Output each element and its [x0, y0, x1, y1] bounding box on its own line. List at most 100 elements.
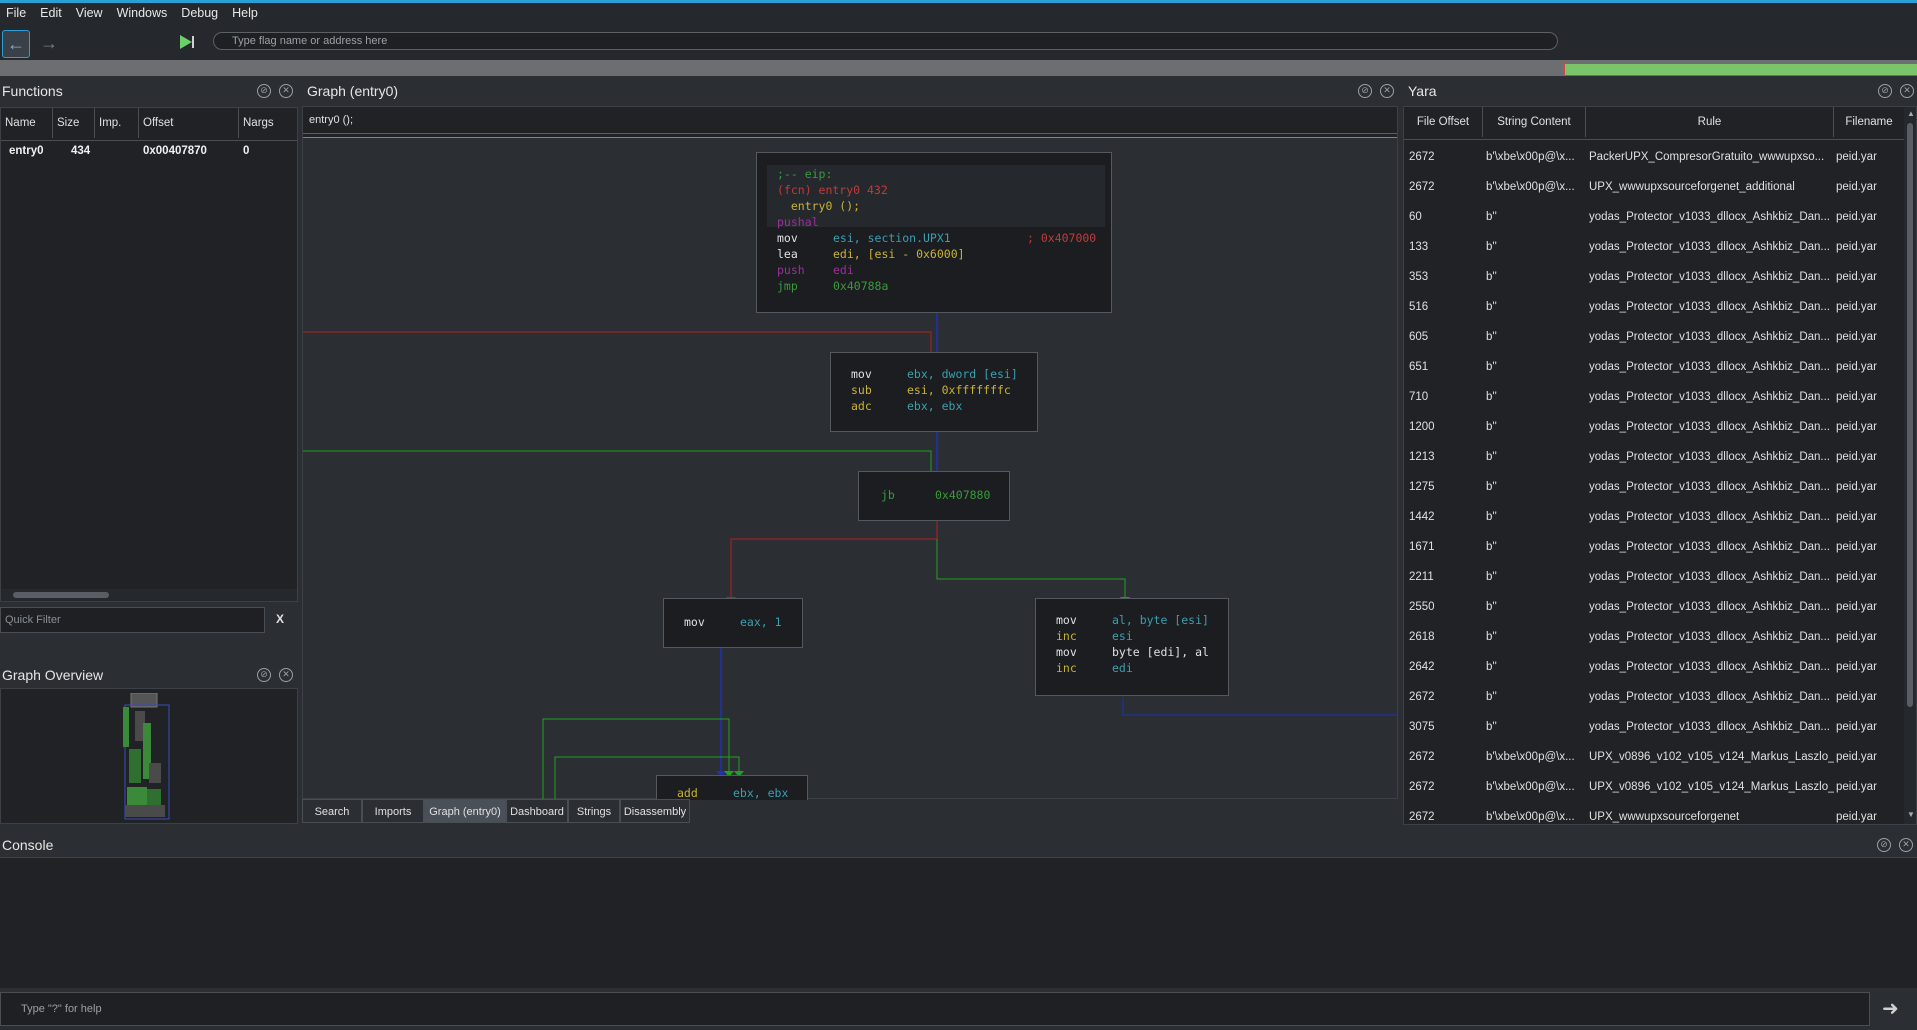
graph-view[interactable]: entry0 (); ;-- eip: (fcn) entry0 432 ent… — [302, 106, 1398, 800]
menu-debug[interactable]: Debug — [175, 3, 226, 20]
table-row[interactable]: 2618 b'' yodas_Protector_v1033_dllocx_Ashk… — [1404, 623, 1904, 653]
tab-disassembly[interactable]: Disassembly — [620, 799, 690, 823]
graph-block-entry[interactable]: ;-- eip: (fcn) entry0 432 entry0 (); pus… — [756, 152, 1112, 313]
table-row[interactable]: 2642 b'' yodas_Protector_v1033_dllocx_Ashk… — [1404, 653, 1904, 683]
execute-button[interactable]: ➜ — [1882, 996, 1899, 1021]
mnemonic: mov — [684, 615, 705, 629]
menu-edit[interactable]: Edit — [34, 3, 70, 20]
mnemonic: jmp — [777, 279, 798, 293]
graph-block[interactable]: jb 0x407880 — [858, 471, 1010, 521]
close-icon[interactable]: ✕ — [279, 668, 293, 682]
close-icon[interactable]: ✕ — [1899, 838, 1913, 852]
yara-rule: yodas_Protector_v1033_dllocx_Ashkbiz_Dan… — [1589, 211, 1831, 223]
table-row[interactable]: 2550 b'' yodas_Protector_v1033_dllocx_Ashk… — [1404, 593, 1904, 623]
yara-string-content: b'' — [1486, 241, 1497, 253]
table-row[interactable]: 353 b'' yodas_Protector_v1033_dllocx_Ashkb… — [1404, 263, 1904, 293]
function-name: entry0 — [9, 145, 44, 157]
vertical-scrollbar[interactable]: ▲ ▼ — [1904, 107, 1916, 824]
function-size: 434 — [71, 145, 91, 157]
yara-string-content: b'' — [1486, 631, 1497, 643]
graph-block[interactable]: add ebx, ebx — [656, 775, 808, 800]
table-row[interactable]: 2672 b'' yodas_Protector_v1033_dllocx_Ashk… — [1404, 683, 1904, 713]
table-row[interactable]: 710 b'' yodas_Protector_v1033_dllocx_Ashkb… — [1404, 383, 1904, 413]
tab-search[interactable]: Search — [302, 799, 362, 823]
address-input[interactable]: Type flag name or address here — [213, 32, 1558, 50]
yara-rule: yodas_Protector_v1033_dllocx_Ashkbiz_Dan… — [1589, 541, 1831, 553]
debug-play-button[interactable] — [176, 32, 198, 52]
column-header[interactable]: Filename — [1834, 107, 1904, 137]
mnemonic: adc — [851, 399, 872, 413]
yara-rule: yodas_Protector_v1033_dllocx_Ashkbiz_Dan… — [1589, 661, 1831, 673]
scroll-down-icon[interactable]: ▼ — [1907, 810, 1915, 819]
scroll-up-icon[interactable]: ▲ — [1907, 109, 1915, 118]
yara-rule: yodas_Protector_v1033_dllocx_Ashkbiz_Dan… — [1589, 571, 1831, 583]
scrollbar-thumb[interactable] — [13, 592, 109, 598]
float-icon[interactable]: ⊘ — [257, 84, 271, 98]
table-row[interactable]: 2672 b'\xbe\x00p@\x... PackerUPX_Compresor… — [1404, 143, 1904, 173]
scrollbar-thumb[interactable] — [1907, 123, 1913, 707]
column-header[interactable]: Rule — [1586, 107, 1834, 137]
column-header[interactable]: Size — [53, 108, 95, 138]
horizontal-scrollbar[interactable] — [1, 589, 297, 601]
float-icon[interactable]: ⊘ — [1878, 84, 1892, 98]
table-row[interactable]: 2672 b'\xbe\x00p@\x... UPX_wwwupxsourcefor… — [1404, 173, 1904, 203]
yara-rule: yodas_Protector_v1033_dllocx_Ashkbiz_Dan… — [1589, 301, 1831, 313]
yara-table: File Offset String Content Rule Filename… — [1403, 106, 1917, 825]
table-row[interactable]: 605 b'' yodas_Protector_v1033_dllocx_Ashkb… — [1404, 323, 1904, 353]
tab-graph[interactable]: Graph (entry0) — [424, 799, 506, 823]
column-header[interactable]: Imp. — [95, 108, 139, 138]
graph-overview-minimap — [123, 693, 170, 820]
column-header[interactable]: Name — [1, 108, 53, 138]
graph-block[interactable]: mov al, byte [esi] inc esi mov byte [edi… — [1035, 598, 1229, 696]
table-row[interactable]: 2672 b'\xbe\x00p@\x... UPX_wwwupxsourcefor… — [1404, 803, 1904, 824]
column-header[interactable]: File Offset — [1404, 107, 1483, 137]
close-icon[interactable]: ✕ — [1900, 84, 1914, 98]
table-row[interactable]: 1442 b'' yodas_Protector_v1033_dllocx_Ashk… — [1404, 503, 1904, 533]
table-row[interactable]: 1275 b'' yodas_Protector_v1033_dllocx_Ashk… — [1404, 473, 1904, 503]
menu-windows[interactable]: Windows — [111, 3, 176, 20]
close-icon[interactable]: ✕ — [279, 84, 293, 98]
yara-offset: 353 — [1409, 271, 1429, 283]
clear-filter-button[interactable]: X — [276, 612, 284, 626]
table-row[interactable]: 2211 b'' yodas_Protector_v1033_dllocx_Ashk… — [1404, 563, 1904, 593]
yara-filename: peid.yar — [1836, 301, 1877, 313]
float-icon[interactable]: ⊘ — [257, 668, 271, 682]
table-row[interactable]: 133 b'' yodas_Protector_v1033_dllocx_Ashkb… — [1404, 233, 1904, 263]
table-row[interactable]: 516 b'' yodas_Protector_v1033_dllocx_Ashkb… — [1404, 293, 1904, 323]
console-output[interactable] — [0, 857, 1917, 988]
tab-strings[interactable]: Strings — [568, 799, 620, 823]
column-header[interactable]: Nargs — [239, 108, 297, 138]
operands: esi, section.UPX1 — [833, 231, 951, 245]
graph-overview-canvas[interactable] — [0, 688, 298, 824]
close-icon[interactable]: ✕ — [1380, 84, 1394, 98]
tab-imports[interactable]: Imports — [362, 799, 424, 823]
table-row[interactable]: 1200 b'' yodas_Protector_v1033_dllocx_Ashk… — [1404, 413, 1904, 443]
menu-file[interactable]: File — [0, 3, 34, 20]
quick-filter-input[interactable]: Quick Filter — [0, 607, 265, 633]
table-row[interactable]: 1671 b'' yodas_Protector_v1033_dllocx_Ashk… — [1404, 533, 1904, 563]
column-header[interactable]: String Content — [1483, 107, 1586, 137]
yara-offset: 2672 — [1409, 811, 1435, 823]
table-row[interactable]: 1213 b'' yodas_Protector_v1033_dllocx_Ashk… — [1404, 443, 1904, 473]
menu-help[interactable]: Help — [226, 3, 266, 20]
float-icon[interactable]: ⊘ — [1877, 838, 1891, 852]
graph-block[interactable]: mov ebx, dword [esi] sub esi, 0xfffffffc… — [830, 352, 1038, 432]
console-input[interactable]: Type "?" for help — [0, 992, 1870, 1026]
table-row[interactable]: 2672 b'\xbe\x00p@\x... UPX_v0896_v102_v105… — [1404, 773, 1904, 803]
functions-table-header: Name Size Imp. Offset Nargs — [1, 108, 297, 141]
back-button[interactable]: ← — [2, 30, 30, 58]
table-row[interactable]: 2672 b'\xbe\x00p@\x... UPX_v0896_v102_v105… — [1404, 743, 1904, 773]
table-row[interactable]: 651 b'' yodas_Protector_v1033_dllocx_Ashkb… — [1404, 353, 1904, 383]
operands: edi, [esi - 0x6000] — [833, 247, 965, 261]
table-row[interactable]: entry0 434 0x00407870 0 — [1, 143, 297, 163]
table-row[interactable]: 60 b'' yodas_Protector_v1033_dllocx_Ashkbi… — [1404, 203, 1904, 233]
tab-dashboard[interactable]: Dashboard — [506, 799, 568, 823]
yara-string-content: b'' — [1486, 421, 1497, 433]
column-header[interactable]: Offset — [139, 108, 239, 138]
yara-offset: 2672 — [1409, 181, 1435, 193]
forward-button[interactable]: → — [36, 30, 62, 56]
float-icon[interactable]: ⊘ — [1358, 84, 1372, 98]
table-row[interactable]: 3075 b'' yodas_Protector_v1033_dllocx_Ashk… — [1404, 713, 1904, 743]
graph-block[interactable]: mov eax, 1 — [663, 598, 803, 648]
menu-view[interactable]: View — [70, 3, 111, 20]
